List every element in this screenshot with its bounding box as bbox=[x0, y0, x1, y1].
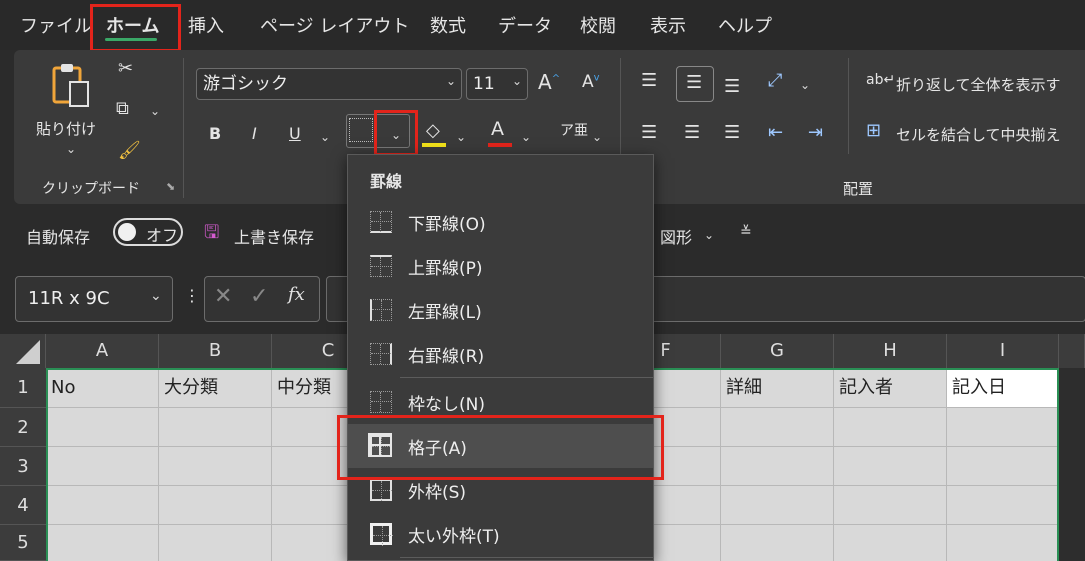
font-color-swatch bbox=[488, 143, 512, 147]
italic-button[interactable]: I bbox=[252, 124, 257, 143]
paste-label[interactable]: 貼り付け bbox=[36, 118, 96, 139]
select-all-corner[interactable] bbox=[0, 334, 46, 368]
fill-color-swatch bbox=[422, 143, 446, 147]
underline-dropdown-chevron[interactable]: ⌄ bbox=[320, 130, 330, 144]
row-header-1[interactable]: 1 bbox=[0, 368, 46, 408]
tab-review[interactable]: 校閲 bbox=[580, 12, 616, 38]
bold-button[interactable]: B bbox=[209, 124, 221, 143]
autosave-label: 自動保存 bbox=[26, 228, 91, 247]
copy-icon[interactable]: ⧉ bbox=[116, 98, 129, 119]
paste-dropdown-chevron[interactable]: ⌄ bbox=[66, 142, 76, 156]
align-left-icon[interactable]: ☰ bbox=[641, 122, 657, 143]
tab-help[interactable]: ヘルプ bbox=[718, 12, 772, 38]
align-middle-icon: ☰ bbox=[686, 72, 703, 93]
column-header-h[interactable]: H bbox=[834, 334, 947, 368]
increase-indent-icon[interactable]: ⇥ bbox=[808, 122, 823, 143]
align-right-icon[interactable]: ☰ bbox=[724, 122, 740, 143]
autosave-toggle-state: オフ bbox=[146, 226, 179, 245]
tab-formulas[interactable]: 数式 bbox=[430, 12, 466, 38]
top-border-icon bbox=[370, 255, 392, 277]
cut-icon[interactable]: ✂ bbox=[118, 58, 133, 79]
customize-qat-icon[interactable]: ≚ bbox=[740, 224, 752, 240]
increase-font-size-icon[interactable]: A^ bbox=[538, 70, 560, 94]
tab-insert[interactable]: 挿入 bbox=[188, 12, 224, 38]
menu-separator bbox=[400, 557, 653, 558]
tab-data[interactable]: データ bbox=[498, 12, 552, 38]
row-header-5[interactable]: 5 bbox=[0, 525, 46, 561]
highlight-home-tab bbox=[90, 4, 181, 52]
format-painter-icon[interactable]: 🖌 bbox=[118, 140, 141, 161]
font-size-value: 11 bbox=[473, 74, 495, 94]
borders-menu-title: 罫線 bbox=[370, 172, 403, 191]
menu-separator bbox=[400, 377, 653, 378]
merge-center-label[interactable]: セルを結合して中央揃え bbox=[896, 124, 1061, 145]
orientation-icon[interactable]: ⤢ bbox=[768, 70, 782, 91]
font-name-chevron[interactable]: ⌄ bbox=[446, 74, 456, 88]
column-header-i[interactable]: I bbox=[947, 334, 1059, 368]
column-header-g[interactable]: G bbox=[721, 334, 834, 368]
font-name-value: 游ゴシック bbox=[203, 74, 288, 94]
menu-item-thick-outside-borders[interactable]: 太い外枠(T) bbox=[348, 512, 653, 556]
paste-icon[interactable] bbox=[50, 60, 92, 110]
decrease-font-size-icon[interactable]: Av bbox=[582, 72, 600, 92]
menu-item-top-border[interactable]: 上罫線(P) bbox=[348, 244, 653, 288]
ribbon-divider bbox=[183, 58, 184, 198]
tab-page-layout[interactable]: ページ レイアウト bbox=[260, 12, 409, 38]
formula-bar-more-icon[interactable]: ⋮ bbox=[184, 286, 200, 305]
outside-borders-icon bbox=[370, 479, 392, 501]
row-header-4[interactable]: 4 bbox=[0, 486, 46, 525]
menu-item-right-border[interactable]: 右罫線(R) bbox=[348, 332, 653, 376]
font-name-select[interactable]: 游ゴシック bbox=[196, 68, 462, 100]
font-color-chevron[interactable]: ⌄ bbox=[521, 130, 531, 144]
column-header-j[interactable] bbox=[1059, 334, 1085, 368]
phonetic-guide-icon[interactable]: ア亜 bbox=[560, 120, 588, 140]
align-top-icon[interactable]: ☰ bbox=[641, 70, 657, 91]
decrease-indent-icon[interactable]: ⇤ bbox=[768, 122, 783, 143]
orientation-chevron[interactable]: ⌄ bbox=[800, 78, 810, 92]
ribbon-divider bbox=[848, 58, 849, 154]
wrap-text-icon[interactable]: ab↵ bbox=[866, 72, 895, 88]
row-header-3[interactable]: 3 bbox=[0, 447, 46, 486]
autosave-toggle-knob bbox=[118, 223, 136, 241]
save-icon[interactable]: 🖫 bbox=[204, 220, 219, 250]
underline-button[interactable]: U bbox=[289, 124, 301, 143]
clipboard-launcher-icon[interactable]: ⬊ bbox=[166, 180, 175, 193]
shapes-label[interactable]: 図形 bbox=[660, 224, 692, 248]
save-label[interactable]: 上書き保存 bbox=[234, 224, 314, 248]
bottom-border-icon bbox=[370, 211, 392, 233]
font-color-icon[interactable]: A bbox=[491, 118, 504, 140]
column-header-a[interactable]: A bbox=[46, 334, 159, 368]
no-border-icon bbox=[370, 391, 392, 413]
alignment-group-label: 配置 bbox=[843, 180, 874, 198]
font-size-chevron[interactable]: ⌄ bbox=[512, 74, 522, 88]
thick-outside-borders-icon bbox=[370, 523, 393, 546]
wrap-text-label[interactable]: 折り返して全体を表示す bbox=[896, 74, 1061, 95]
right-border-icon bbox=[370, 343, 392, 365]
insert-function-icon[interactable]: fx bbox=[288, 284, 305, 305]
shapes-chevron[interactable]: ⌄ bbox=[704, 228, 714, 242]
fill-color-icon[interactable]: ◇ bbox=[426, 120, 440, 141]
align-center-icon[interactable]: ☰ bbox=[684, 122, 700, 143]
merge-center-icon[interactable]: ⊞ bbox=[866, 120, 881, 141]
phonetic-guide-chevron[interactable]: ⌄ bbox=[592, 130, 602, 144]
column-header-b[interactable]: B bbox=[159, 334, 272, 368]
menu-item-left-border[interactable]: 左罫線(L) bbox=[348, 288, 653, 332]
highlight-all-borders-item bbox=[337, 415, 664, 480]
name-box-chevron[interactable]: ⌄ bbox=[150, 288, 162, 304]
row-header-2[interactable]: 2 bbox=[0, 408, 46, 447]
tab-file[interactable]: ファイル bbox=[20, 12, 92, 38]
menu-item-bottom-border[interactable]: 下罫線(O) bbox=[348, 200, 653, 244]
align-bottom-icon[interactable]: ☰ bbox=[724, 76, 740, 97]
copy-dropdown-chevron[interactable]: ⌄ bbox=[150, 104, 160, 118]
fill-color-chevron[interactable]: ⌄ bbox=[456, 130, 466, 144]
tab-view[interactable]: 表示 bbox=[650, 12, 686, 38]
confirm-entry-icon[interactable]: ✓ bbox=[250, 284, 268, 309]
name-box-value: 11R x 9C bbox=[28, 288, 110, 309]
cancel-entry-icon[interactable]: ✕ bbox=[214, 284, 232, 309]
highlight-borders-dropdown bbox=[374, 110, 418, 156]
left-border-icon bbox=[370, 299, 392, 321]
clipboard-group-label: クリップボード bbox=[42, 181, 140, 197]
